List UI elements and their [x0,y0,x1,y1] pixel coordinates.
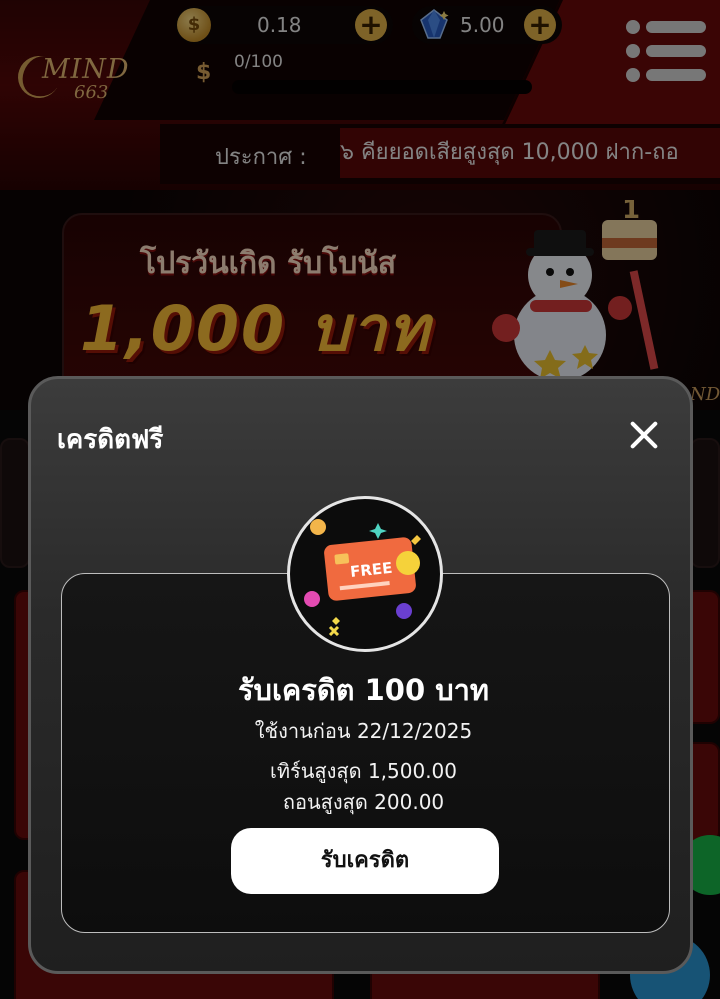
modal-title: เครดิตฟรี [57,425,164,455]
claim-credit-button[interactable]: รับเครดิต [231,828,499,894]
close-icon[interactable] [627,419,661,453]
reward-max-withdraw: ถอนสูงสุด 200.00 [282,790,445,814]
free-credit-card-icon: FREE [287,496,443,652]
reward-max-turnover: เทิร์นสูงสุด 1,500.00 [269,759,458,783]
free-credit-modal: เครดิตฟรี FREE รับเครดิต 100 บาท ใช้งานก… [28,376,693,974]
reward-expiry: ใช้งานก่อน 22/12/2025 [254,719,473,743]
reward-title: รับเครดิต 100 บาท [237,673,490,707]
